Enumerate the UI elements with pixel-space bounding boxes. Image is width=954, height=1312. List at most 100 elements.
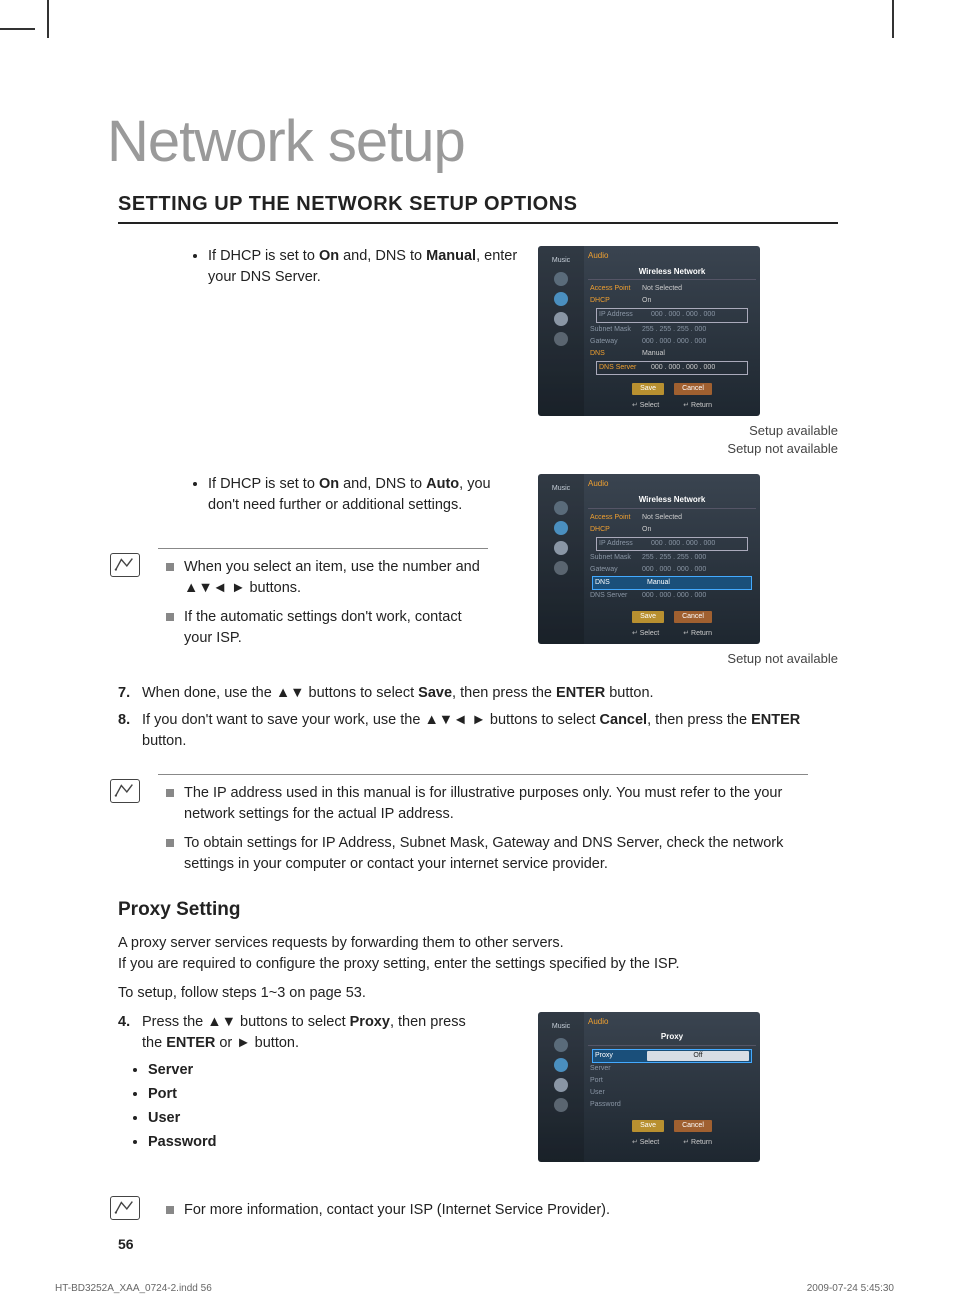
music-label: Music xyxy=(538,1022,584,1032)
figure-wireless-manual: Music Audio Wireless Network Access Poin… xyxy=(538,246,838,458)
save-button: Save xyxy=(632,383,664,395)
value-dnsserver: 000 . 000 . 000 . 000 xyxy=(642,591,754,601)
note-text: To obtain settings for IP Address, Subne… xyxy=(184,833,808,875)
value-ap: Not Selected xyxy=(642,513,754,523)
play-icon xyxy=(554,292,568,306)
proxy-item-password: Password xyxy=(148,1132,478,1153)
figure-proxy: Music Audio Proxy ProxyOff Server Port U… xyxy=(538,1012,838,1162)
note-icon xyxy=(110,553,140,577)
value-ip: 000 . 000 . 000 . 000 xyxy=(651,539,745,549)
save-button: Save xyxy=(632,611,664,623)
value-dns: Manual xyxy=(642,349,754,359)
foot-select: Select xyxy=(632,1138,659,1148)
label-server: Server xyxy=(590,1064,642,1074)
proxy-item-user: User xyxy=(148,1108,478,1129)
proxy-heading: Proxy Setting xyxy=(118,899,895,921)
foot-select: Select xyxy=(632,629,659,639)
foot-return: Return xyxy=(683,629,712,639)
note-text: For more information, contact your ISP (… xyxy=(184,1200,808,1221)
note-text: If the automatic settings don't work, co… xyxy=(184,607,488,649)
bullet-dhcp-auto: If DHCP is set to On and, DNS to Auto, y… xyxy=(208,474,523,516)
foot-return: Return xyxy=(683,1138,712,1148)
note-box-2: The IP address used in this manual is fo… xyxy=(158,774,808,875)
proxy-p2: If you are required to configure the pro… xyxy=(118,954,838,975)
cancel-button: Cancel xyxy=(674,1120,712,1132)
value-gateway: 000 . 000 . 000 . 000 xyxy=(642,337,754,347)
music-label: Music xyxy=(538,484,584,494)
tab-audio: Audio xyxy=(588,250,756,262)
caption-setup-2: Setup not available xyxy=(538,650,838,668)
gear-icon xyxy=(554,1078,568,1092)
label-subnet: Subnet Mask xyxy=(590,325,642,335)
note-text: The IP address used in this manual is fo… xyxy=(184,783,808,825)
text-auto: Auto xyxy=(426,476,459,492)
play-icon xyxy=(554,1058,568,1072)
label-proxy: Proxy xyxy=(595,1051,647,1061)
note-icon xyxy=(110,1196,140,1220)
home-icon xyxy=(554,561,568,575)
step-4: 4. Press the ▲▼ buttons to select Proxy,… xyxy=(118,1012,478,1054)
label-dnsserver: DNS Server xyxy=(590,591,642,601)
gear-icon xyxy=(554,312,568,326)
footer-filename: HT-BD3252A_XAA_0724-2.indd 56 xyxy=(55,1283,212,1294)
step-number: 4. xyxy=(118,1012,142,1054)
music-label: Music xyxy=(538,256,584,266)
play-icon xyxy=(554,521,568,535)
label-ip: IP Address xyxy=(599,310,651,320)
value-dns: Manual xyxy=(647,578,749,588)
label-dhcp: DHCP xyxy=(590,525,642,535)
proxy-item-port: Port xyxy=(148,1084,478,1105)
save-button: Save xyxy=(632,1120,664,1132)
step-number: 7. xyxy=(118,683,142,704)
value-ap: Not Selected xyxy=(642,284,754,294)
label-ap: Access Point xyxy=(590,513,642,523)
home-icon xyxy=(554,332,568,346)
label-gateway: Gateway xyxy=(590,565,642,575)
label-port: Port xyxy=(590,1076,642,1086)
value-gateway: 000 . 000 . 000 . 000 xyxy=(642,565,754,575)
value-subnet: 255 . 255 . 255 . 000 xyxy=(642,553,754,563)
page-title: Network setup xyxy=(107,108,895,175)
page-number: 56 xyxy=(118,1236,134,1252)
section-heading: SETTING UP THE NETWORK SETUP OPTIONS xyxy=(118,193,838,224)
value-proxy: Off xyxy=(647,1051,749,1061)
panel-header: Wireless Network xyxy=(588,264,756,281)
label-password: Password xyxy=(590,1100,642,1110)
foot-return: Return xyxy=(683,401,712,411)
text: and, DNS to xyxy=(339,248,426,264)
label-gateway: Gateway xyxy=(590,337,642,347)
step-7: 7. When done, use the ▲▼ buttons to sele… xyxy=(118,683,838,704)
step-number: 8. xyxy=(118,710,142,752)
label-dhcp: DHCP xyxy=(590,296,642,306)
note-box-1: When you select an item, use the number … xyxy=(158,548,488,649)
bullet-dhcp-manual: If DHCP is set to On and, DNS to Manual,… xyxy=(208,246,523,288)
panel-header: Wireless Network xyxy=(588,492,756,509)
note-text: When you select an item, use the number … xyxy=(184,557,488,599)
note-box-3: For more information, contact your ISP (… xyxy=(158,1192,808,1272)
text: If DHCP is set to xyxy=(208,476,319,492)
value-dnsserver: 000 . 000 . 000 . 000 xyxy=(651,363,745,373)
proxy-item-server: Server xyxy=(148,1060,478,1081)
panel-header: Proxy xyxy=(588,1029,756,1046)
label-ip: IP Address xyxy=(599,539,651,549)
text: If DHCP is set to xyxy=(208,248,319,264)
label-dnsserver: DNS Server xyxy=(599,363,651,373)
proxy-p3: To setup, follow steps 1~3 on page 53. xyxy=(118,983,838,1004)
label-user: User xyxy=(590,1088,642,1098)
caption-setup-1: Setup available Setup not available xyxy=(538,422,838,458)
value-ip: 000 . 000 . 000 . 000 xyxy=(651,310,745,320)
label-ap: Access Point xyxy=(590,284,642,294)
value-subnet: 255 . 255 . 255 . 000 xyxy=(642,325,754,335)
foot-select: Select xyxy=(632,401,659,411)
cancel-button: Cancel xyxy=(674,383,712,395)
text-manual: Manual xyxy=(426,248,476,264)
gear-icon xyxy=(554,541,568,555)
step-8: 8. If you don't want to save your work, … xyxy=(118,710,838,752)
tab-audio: Audio xyxy=(588,1016,756,1028)
figure-wireless-auto: Music Audio Wireless Network Access Poin… xyxy=(538,474,838,668)
text-on: On xyxy=(319,476,339,492)
label-subnet: Subnet Mask xyxy=(590,553,642,563)
value-dhcp: On xyxy=(642,525,754,535)
cancel-button: Cancel xyxy=(674,611,712,623)
home-icon xyxy=(554,1098,568,1112)
